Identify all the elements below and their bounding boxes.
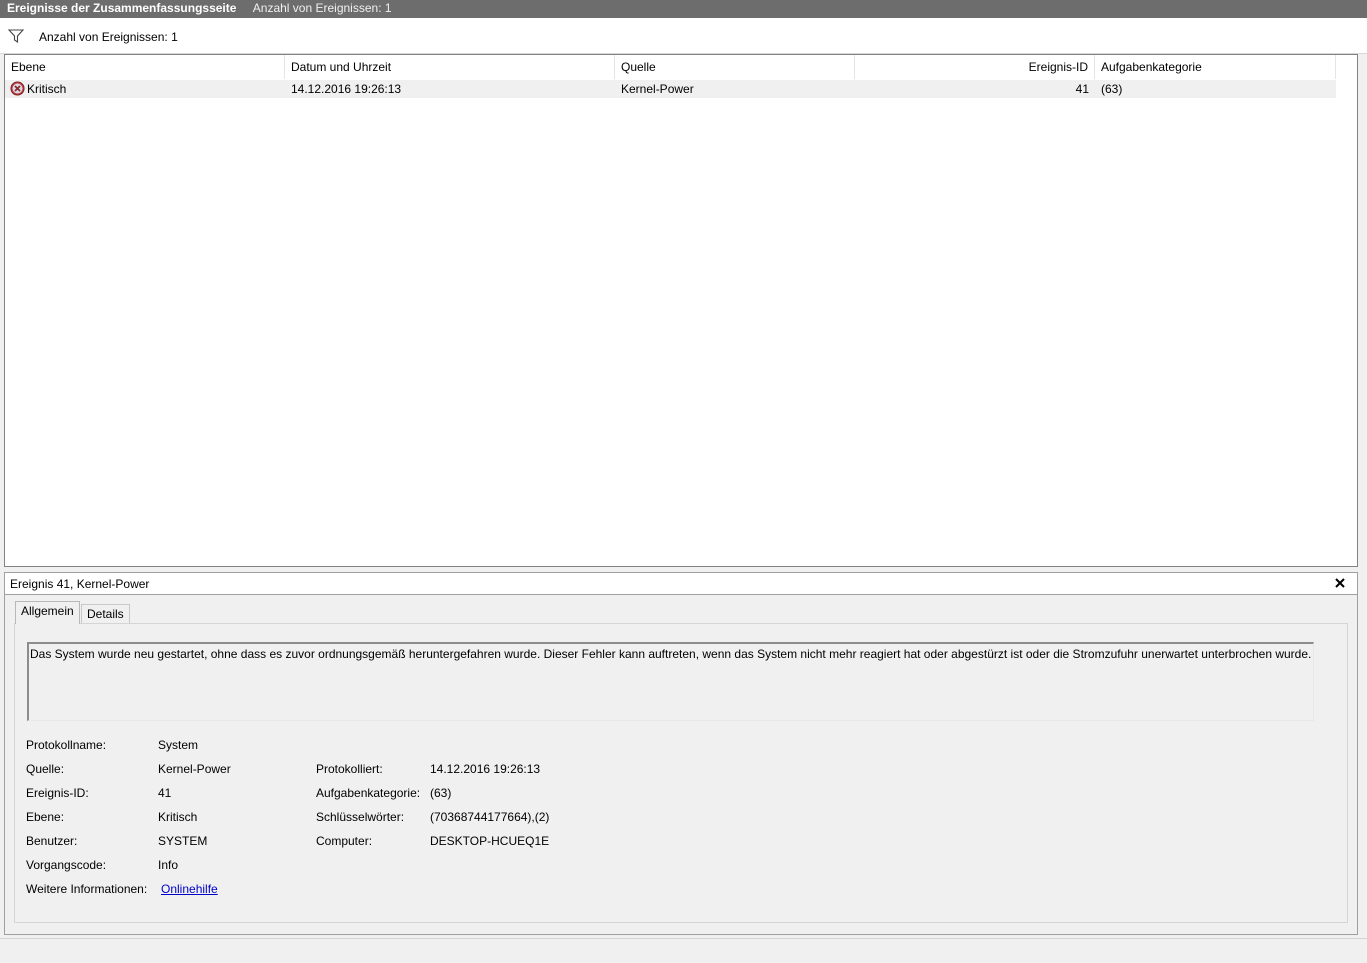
column-header-aufgabenkategorie[interactable]: Aufgabenkategorie xyxy=(1095,55,1336,79)
column-header-quelle[interactable]: Quelle xyxy=(615,55,855,79)
detail-header: Ereignis 41, Kernel-Power xyxy=(5,573,1357,595)
summary-event-count: Anzahl von Ereignissen: 1 xyxy=(252,1,392,15)
label-protokolliert: Protokolliert: xyxy=(316,762,383,776)
row-source: Kernel-Power xyxy=(621,82,694,96)
label-ereignis-id: Ereignis-ID: xyxy=(26,786,89,800)
label-ebene: Ebene: xyxy=(26,810,65,824)
label-protokollname: Protokollname: xyxy=(26,738,107,752)
label-vorgangscode: Vorgangscode: xyxy=(26,858,107,872)
label-aufgabenkategorie: Aufgabenkategorie: xyxy=(316,786,421,800)
table-row[interactable]: Kritisch 14.12.2016 19:26:13 Kernel-Powe… xyxy=(5,80,1336,98)
value-vorgangscode: Info xyxy=(158,858,179,872)
filter-bar: Anzahl von Ereignissen: 1 xyxy=(0,18,1367,54)
value-ebene: Kritisch xyxy=(158,810,198,824)
tab-panel-allgemein: Das System wurde neu gestartet, ohne das… xyxy=(14,623,1348,923)
row-datetime: 14.12.2016 19:26:13 xyxy=(291,82,402,96)
events-grid[interactable]: Ebene Datum und Uhrzeit Quelle Ereignis-… xyxy=(4,54,1358,567)
value-quelle: Kernel-Power xyxy=(158,762,231,776)
value-schluesselwoerter: (70368744177664),(2) xyxy=(430,810,550,824)
right-edge-scrollbar[interactable] xyxy=(1360,54,1367,934)
filter-count-text: Anzahl von Ereignissen: 1 xyxy=(39,30,178,44)
summary-title-bar: Ereignisse der Zusammenfassungsseite Anz… xyxy=(0,0,1367,18)
label-quelle: Quelle: xyxy=(26,762,65,776)
tab-allgemein[interactable]: Allgemein xyxy=(15,601,80,624)
value-ereignis-id: 41 xyxy=(158,786,172,800)
value-benutzer: SYSTEM xyxy=(158,834,208,848)
label-weitere-informationen: Weitere Informationen: xyxy=(26,882,148,896)
label-schluesselwoerter: Schlüsselwörter: xyxy=(316,810,405,824)
detail-title: Ereignis 41, Kernel-Power xyxy=(10,577,150,591)
column-header-ebene[interactable]: Ebene xyxy=(5,55,285,79)
label-benutzer: Benutzer: xyxy=(26,834,78,848)
onlinehilfe-link[interactable]: Onlinehilfe xyxy=(161,882,218,896)
row-category: (63) xyxy=(1101,82,1123,96)
critical-error-icon xyxy=(10,81,25,96)
event-description[interactable]: Das System wurde neu gestartet, ohne das… xyxy=(27,642,1314,721)
row-level: Kritisch xyxy=(27,82,67,96)
summary-title: Ereignisse der Zusammenfassungsseite xyxy=(7,1,237,15)
grid-header: Ebene Datum und Uhrzeit Quelle Ereignis-… xyxy=(5,55,1336,79)
status-bar xyxy=(0,938,1367,963)
value-protokolliert: 14.12.2016 19:26:13 xyxy=(430,762,541,776)
filter-icon[interactable] xyxy=(8,29,24,43)
close-icon[interactable] xyxy=(1333,576,1347,590)
event-detail-pane: Ereignis 41, Kernel-Power Allgemein Deta… xyxy=(4,572,1358,935)
tab-details[interactable]: Details xyxy=(81,604,130,624)
column-header-datum[interactable]: Datum und Uhrzeit xyxy=(285,55,615,79)
label-computer: Computer: xyxy=(316,834,373,848)
row-event-id: 41 xyxy=(1075,82,1089,96)
value-aufgabenkategorie: (63) xyxy=(430,786,452,800)
value-computer: DESKTOP-HCUEQ1E xyxy=(430,834,550,848)
value-protokollname: System xyxy=(158,738,199,752)
column-header-ereignis-id[interactable]: Ereignis-ID xyxy=(855,55,1095,79)
